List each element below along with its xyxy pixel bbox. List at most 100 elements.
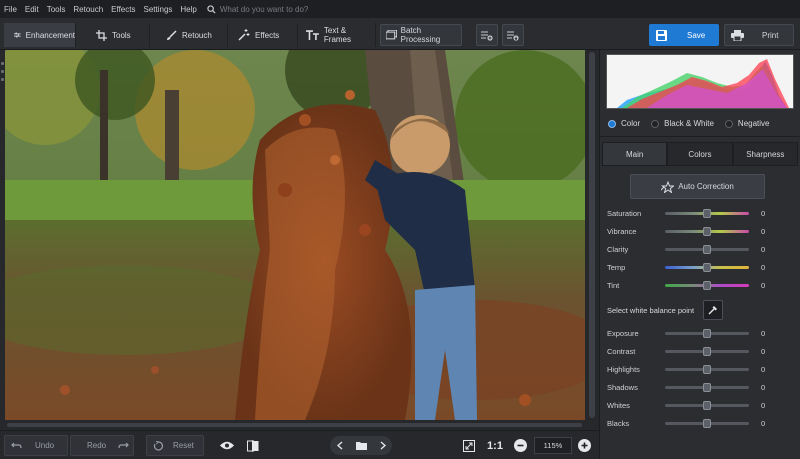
slider-track[interactable] bbox=[665, 364, 749, 374]
slider-knob[interactable] bbox=[703, 226, 711, 236]
menu-effects[interactable]: Effects bbox=[111, 5, 135, 14]
slider-exposure: Exposure 0 bbox=[607, 327, 797, 339]
add-list-button[interactable] bbox=[476, 24, 498, 46]
radio-black-white[interactable]: Black & White bbox=[651, 119, 714, 128]
preview-eye-button[interactable] bbox=[216, 435, 238, 456]
crop-icon bbox=[96, 29, 107, 41]
save-button[interactable]: Save bbox=[649, 24, 719, 46]
menu-edit[interactable]: Edit bbox=[25, 5, 39, 14]
slider-label: Highlights bbox=[607, 364, 640, 374]
menu-tools[interactable]: Tools bbox=[47, 5, 66, 14]
slider-knob[interactable] bbox=[703, 262, 711, 272]
reset-button[interactable]: Reset bbox=[146, 435, 204, 456]
slider-knob[interactable] bbox=[703, 418, 711, 428]
slider-blacks: Blacks 0 bbox=[607, 417, 797, 429]
redo-button[interactable]: Redo bbox=[70, 435, 134, 456]
slider-track[interactable] bbox=[665, 382, 749, 392]
eyedropper-icon bbox=[708, 306, 718, 315]
radio-indicator bbox=[608, 119, 616, 128]
zoom-value-text: 115% bbox=[543, 441, 563, 450]
fit-screen-icon bbox=[463, 439, 475, 452]
slider-knob[interactable] bbox=[703, 346, 711, 356]
slider-track[interactable] bbox=[665, 244, 749, 254]
batch-processing-button[interactable]: Batch Processing bbox=[380, 24, 462, 46]
undo-button[interactable]: Undo bbox=[4, 435, 68, 456]
tab-label: Effects bbox=[255, 30, 280, 40]
slider-value: 0 bbox=[761, 262, 766, 272]
printer-icon bbox=[731, 29, 744, 41]
menu-help[interactable]: Help bbox=[180, 5, 196, 14]
radio-negative[interactable]: Negative bbox=[724, 119, 770, 128]
print-button[interactable]: Print bbox=[724, 24, 794, 46]
white-balance-label: Select white balance point bbox=[607, 305, 695, 315]
subtab-colors[interactable]: Colors bbox=[667, 142, 733, 166]
chevron-left-icon[interactable] bbox=[336, 441, 343, 450]
chevron-right-icon[interactable] bbox=[380, 441, 386, 450]
compare-icon bbox=[247, 439, 259, 452]
tab-label: Retouch bbox=[182, 30, 212, 40]
slider-track[interactable] bbox=[665, 328, 749, 338]
slider-knob[interactable] bbox=[703, 280, 711, 290]
zoom-value[interactable]: 115% bbox=[534, 437, 572, 454]
export-list-button[interactable] bbox=[502, 24, 524, 46]
zoom-in-button[interactable] bbox=[578, 439, 591, 452]
radio-label: Negative bbox=[737, 119, 770, 128]
slider-vibrance: Vibrance 0 bbox=[607, 225, 797, 237]
histogram bbox=[606, 54, 794, 109]
batch-icon bbox=[386, 30, 397, 40]
actual-size-button[interactable]: 1:1 bbox=[484, 435, 506, 456]
slider-value: 0 bbox=[761, 328, 766, 338]
slider-track[interactable] bbox=[665, 226, 749, 236]
subtab-main[interactable]: Main bbox=[602, 142, 668, 166]
tab-text-frames[interactable]: Text & Frames bbox=[296, 23, 376, 47]
slider-knob[interactable] bbox=[703, 208, 711, 218]
vertical-scrollbar[interactable] bbox=[585, 50, 599, 430]
zoom-out-button[interactable] bbox=[514, 439, 527, 452]
slider-knob[interactable] bbox=[703, 400, 711, 410]
subtab-sharpness[interactable]: Sharpness bbox=[732, 142, 798, 166]
menu-settings[interactable]: Settings bbox=[143, 5, 172, 14]
slider-track[interactable] bbox=[665, 280, 749, 290]
slider-knob[interactable] bbox=[703, 364, 711, 374]
tab-effects[interactable]: Effects bbox=[228, 23, 298, 47]
tab-tools[interactable]: Tools bbox=[86, 23, 150, 47]
slider-knob[interactable] bbox=[703, 244, 711, 254]
photo-canvas[interactable] bbox=[5, 50, 585, 420]
sparkle-star-icon bbox=[661, 180, 675, 193]
compare-button[interactable] bbox=[242, 435, 264, 456]
radio-color[interactable]: Color bbox=[608, 119, 640, 128]
auto-correction-button[interactable]: Auto Correction bbox=[630, 174, 765, 199]
slider-value: 0 bbox=[761, 346, 766, 356]
slider-knob[interactable] bbox=[703, 382, 711, 392]
adjustments-panel: Color Black & White Negative Main Colors… bbox=[599, 50, 800, 459]
slider-label: Contrast bbox=[607, 346, 636, 356]
horizontal-scrollbar[interactable] bbox=[5, 420, 585, 430]
slider-value: 0 bbox=[761, 244, 766, 254]
slider-track[interactable] bbox=[665, 400, 749, 410]
slider-track[interactable] bbox=[665, 208, 749, 218]
search-box[interactable]: What do you want to do? bbox=[207, 5, 308, 14]
menu-retouch[interactable]: Retouch bbox=[73, 5, 103, 14]
folder-icon[interactable] bbox=[355, 441, 367, 450]
slider-track[interactable] bbox=[665, 346, 749, 356]
reset-label: Reset bbox=[173, 441, 194, 450]
slider-whites: Whites 0 bbox=[607, 399, 797, 411]
scrollbar-thumb[interactable] bbox=[7, 423, 582, 427]
minus-icon bbox=[517, 444, 524, 447]
slider-knob[interactable] bbox=[703, 328, 711, 338]
fit-screen-button[interactable] bbox=[458, 435, 480, 456]
tab-retouch[interactable]: Retouch bbox=[156, 23, 228, 47]
slider-track[interactable] bbox=[665, 262, 749, 272]
menu-file[interactable]: File bbox=[4, 5, 17, 14]
list-export-icon bbox=[507, 31, 519, 41]
radio-label: Color bbox=[621, 119, 641, 128]
eyedropper-button[interactable] bbox=[703, 300, 724, 320]
slider-label: Saturation bbox=[607, 208, 642, 218]
slider-label: Exposure bbox=[607, 328, 639, 338]
scrollbar-thumb[interactable] bbox=[589, 52, 595, 418]
slider-label: Tint bbox=[607, 280, 620, 290]
tab-enhancement[interactable]: Enhancement bbox=[4, 23, 76, 47]
list-add-icon bbox=[481, 31, 493, 41]
redo-icon bbox=[118, 442, 129, 448]
slider-track[interactable] bbox=[665, 418, 749, 428]
